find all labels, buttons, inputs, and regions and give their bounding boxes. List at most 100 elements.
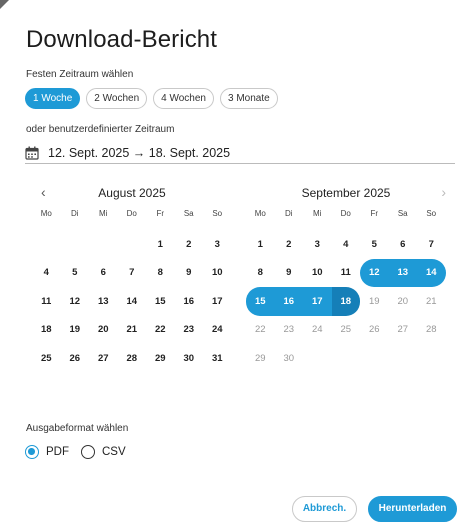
day-cell[interactable]: 14 (417, 258, 446, 287)
day-cell[interactable]: 16 (175, 287, 204, 316)
day-grid: 1 2 3 4 5 6 7 8 9 10 11 12 13 14 15 16 17 18 19 20 21 22 23 24 2… (246, 230, 446, 373)
day-cell[interactable]: 7 (417, 230, 446, 259)
weekday-label: So (212, 209, 223, 218)
day-cell[interactable]: 16 (274, 287, 303, 316)
day-cell[interactable]: 17 (303, 287, 332, 316)
empty-day-cell (89, 230, 118, 259)
day-cell[interactable]: 26 (61, 344, 90, 373)
chip-1-week[interactable]: 1 Woche (25, 88, 81, 109)
day-cell[interactable]: 30 (275, 344, 304, 373)
day-cell[interactable]: 5 (360, 230, 389, 259)
day-cell[interactable]: 28 (417, 316, 446, 345)
day-cell[interactable]: 2 (275, 230, 304, 259)
day-grid: 1 2 3 4 5 6 7 8 9 10 11 12 13 14 15 16 17 18 19 20 21 22 23 24 2… (32, 230, 232, 373)
day-cell[interactable]: 22 (246, 316, 275, 345)
empty-day-cell (32, 230, 61, 259)
radio-csv-label[interactable]: CSV (102, 446, 126, 458)
day-cell[interactable]: 21 (118, 316, 147, 345)
radio-pdf-label[interactable]: PDF (46, 446, 69, 458)
day-cell[interactable]: 8 (146, 259, 175, 288)
day-cell[interactable]: 1 (146, 230, 175, 259)
day-cell[interactable]: 21 (417, 287, 446, 316)
day-cell[interactable]: 25 (32, 344, 61, 373)
day-cell[interactable]: 29 (246, 344, 275, 373)
day-cell[interactable]: 24 (303, 316, 332, 345)
day-cell[interactable]: 10 (303, 259, 332, 288)
day-cell[interactable]: 26 (360, 316, 389, 345)
date-range-field[interactable]: 12. Sept. 2025 → 18. Sept. 2025 (25, 143, 455, 164)
weekday-label: Do (126, 209, 137, 218)
day-cell[interactable]: 31 (203, 344, 232, 373)
day-cell[interactable]: 18 (32, 316, 61, 345)
radio-csv[interactable] (81, 445, 95, 459)
chip-3-months[interactable]: 3 Monate (219, 88, 278, 109)
download-button[interactable]: Herunterladen (368, 496, 457, 522)
day-cell[interactable]: 6 (389, 230, 418, 259)
day-cell[interactable]: 8 (246, 259, 275, 288)
day-cell[interactable]: 9 (175, 259, 204, 288)
day-cell[interactable]: 9 (275, 259, 304, 288)
day-cell[interactable]: 17 (203, 287, 232, 316)
weekday-label: Fr (370, 209, 379, 218)
day-cell[interactable]: 1 (246, 230, 275, 259)
weekday-label: Sa (183, 209, 194, 218)
weekday-label: Mo (40, 209, 52, 218)
day-cell[interactable]: 12 (61, 287, 90, 316)
empty-day-cell (360, 344, 389, 373)
day-cell[interactable]: 27 (89, 344, 118, 373)
day-cell[interactable]: 4 (32, 259, 61, 288)
weekday-row: Mo Di Mi Do Fr Sa So (246, 209, 446, 221)
month-title: September 2025 (301, 186, 391, 200)
day-cell[interactable]: 18 (331, 287, 360, 316)
day-cell[interactable]: 24 (203, 316, 232, 345)
empty-day-cell (332, 344, 361, 373)
chip-4-weeks[interactable]: 4 Wochen (153, 88, 214, 109)
empty-day-cell (118, 230, 147, 259)
day-cell[interactable]: 25 (332, 316, 361, 345)
cancel-button[interactable]: Abbrech. (292, 496, 357, 522)
empty-day-cell (417, 344, 446, 373)
day-cell[interactable]: 22 (146, 316, 175, 345)
day-cell[interactable]: 28 (118, 344, 147, 373)
empty-day-cell (61, 230, 90, 259)
chip-2-weeks[interactable]: 2 Wochen (86, 88, 148, 109)
day-cell[interactable]: 29 (146, 344, 175, 373)
day-cell[interactable]: 30 (175, 344, 204, 373)
month-title: August 2025 (98, 186, 166, 200)
day-cell[interactable]: 23 (275, 316, 304, 345)
day-cell[interactable]: 27 (389, 316, 418, 345)
day-cell[interactable]: 6 (89, 259, 118, 288)
day-cell[interactable]: 19 (61, 316, 90, 345)
weekday-label: Di (284, 209, 293, 218)
weekday-label: Do (340, 209, 351, 218)
calendar-icon (25, 146, 39, 160)
day-cell[interactable]: 15 (246, 287, 275, 316)
weekday-label: Mi (313, 209, 322, 218)
day-cell[interactable]: 14 (118, 287, 147, 316)
day-cell[interactable]: 20 (389, 287, 418, 316)
next-month-icon[interactable]: › (441, 184, 446, 200)
custom-range-label: oder benutzerdefinierter Zeitraum (26, 124, 175, 135)
calendar-august: ‹ August 2025 Mo Di Mi Do Fr Sa So 1 2 3 4 5 6 7 8 9 10… (32, 183, 232, 373)
format-radio-group: PDF CSV (25, 445, 138, 459)
day-cell[interactable]: 4 (332, 230, 361, 259)
format-label: Ausgabeformat wählen (26, 423, 129, 434)
day-cell[interactable]: 23 (175, 316, 204, 345)
day-cell[interactable]: 3 (303, 230, 332, 259)
day-cell[interactable]: 20 (89, 316, 118, 345)
day-cell[interactable]: 11 (332, 259, 361, 288)
day-cell[interactable]: 11 (32, 287, 61, 316)
day-cell[interactable]: 5 (61, 259, 90, 288)
day-cell[interactable]: 19 (360, 287, 389, 316)
day-cell[interactable]: 12 (360, 258, 389, 287)
weekday-label: Mi (99, 209, 108, 218)
day-cell[interactable]: 15 (146, 287, 175, 316)
day-cell[interactable]: 2 (175, 230, 204, 259)
radio-pdf[interactable] (25, 445, 39, 459)
date-range-value: 12. Sept. 2025 → 18. Sept. 2025 (48, 146, 231, 160)
day-cell[interactable]: 13 (388, 258, 417, 287)
day-cell[interactable]: 7 (118, 259, 147, 288)
day-cell[interactable]: 13 (89, 287, 118, 316)
day-cell[interactable]: 3 (203, 230, 232, 259)
day-cell[interactable]: 10 (203, 259, 232, 288)
